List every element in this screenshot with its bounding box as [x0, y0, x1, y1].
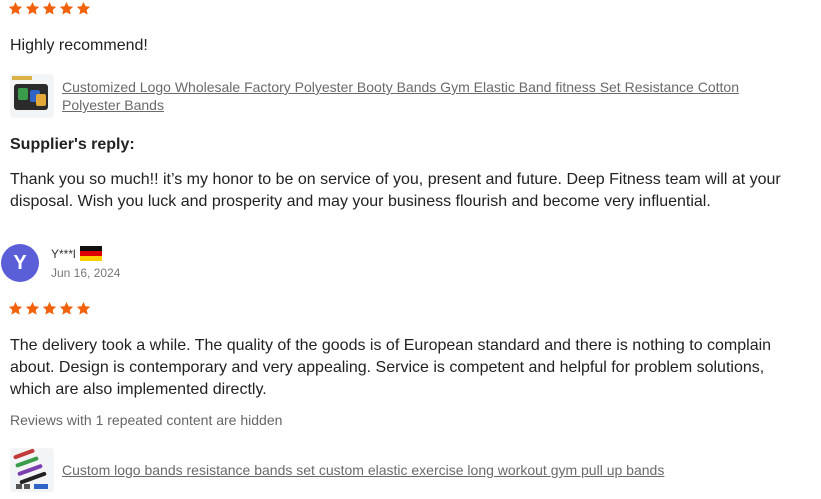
- supplier-reply-text: Thank you so much!! it’s my honor to be …: [10, 171, 781, 210]
- rating-stars: [8, 1, 91, 16]
- star-icon: [76, 1, 91, 15]
- avatar-letter: Y: [13, 251, 27, 274]
- review-text: The delivery took a while. The quality o…: [10, 337, 772, 398]
- star-icon: [59, 1, 74, 15]
- review-text: Highly recommend!: [10, 37, 148, 54]
- reviewer-name: Y***l: [51, 246, 102, 261]
- review-date: Jun 16, 2024: [51, 266, 121, 280]
- star-icon: [8, 1, 23, 15]
- star-icon: [8, 301, 23, 315]
- star-icon: [25, 1, 40, 15]
- supplier-reply-label: Supplier's reply:: [10, 136, 135, 153]
- star-icon: [42, 301, 57, 315]
- germany-flag-icon: [79, 246, 102, 261]
- product-link-row[interactable]: Customized Logo Wholesale Factory Polyes…: [10, 74, 792, 118]
- product-link[interactable]: Custom logo bands resistance bands set c…: [62, 461, 792, 479]
- product-thumbnail[interactable]: [10, 74, 54, 118]
- username: Y***l: [51, 246, 76, 261]
- product-link[interactable]: Customized Logo Wholesale Factory Polyes…: [62, 78, 792, 114]
- resistance-bands-image: [10, 448, 54, 492]
- star-icon: [25, 301, 40, 315]
- avatar: Y: [1, 244, 39, 282]
- hidden-reviews-note: Reviews with 1 repeated content are hidd…: [10, 412, 283, 428]
- star-icon: [42, 1, 57, 15]
- star-icon: [76, 301, 91, 315]
- resistance-bands-image: [10, 74, 54, 118]
- product-link-row[interactable]: Custom logo bands resistance bands set c…: [10, 448, 792, 492]
- star-icon: [59, 301, 74, 315]
- rating-stars: [8, 301, 91, 316]
- product-thumbnail[interactable]: [10, 448, 54, 492]
